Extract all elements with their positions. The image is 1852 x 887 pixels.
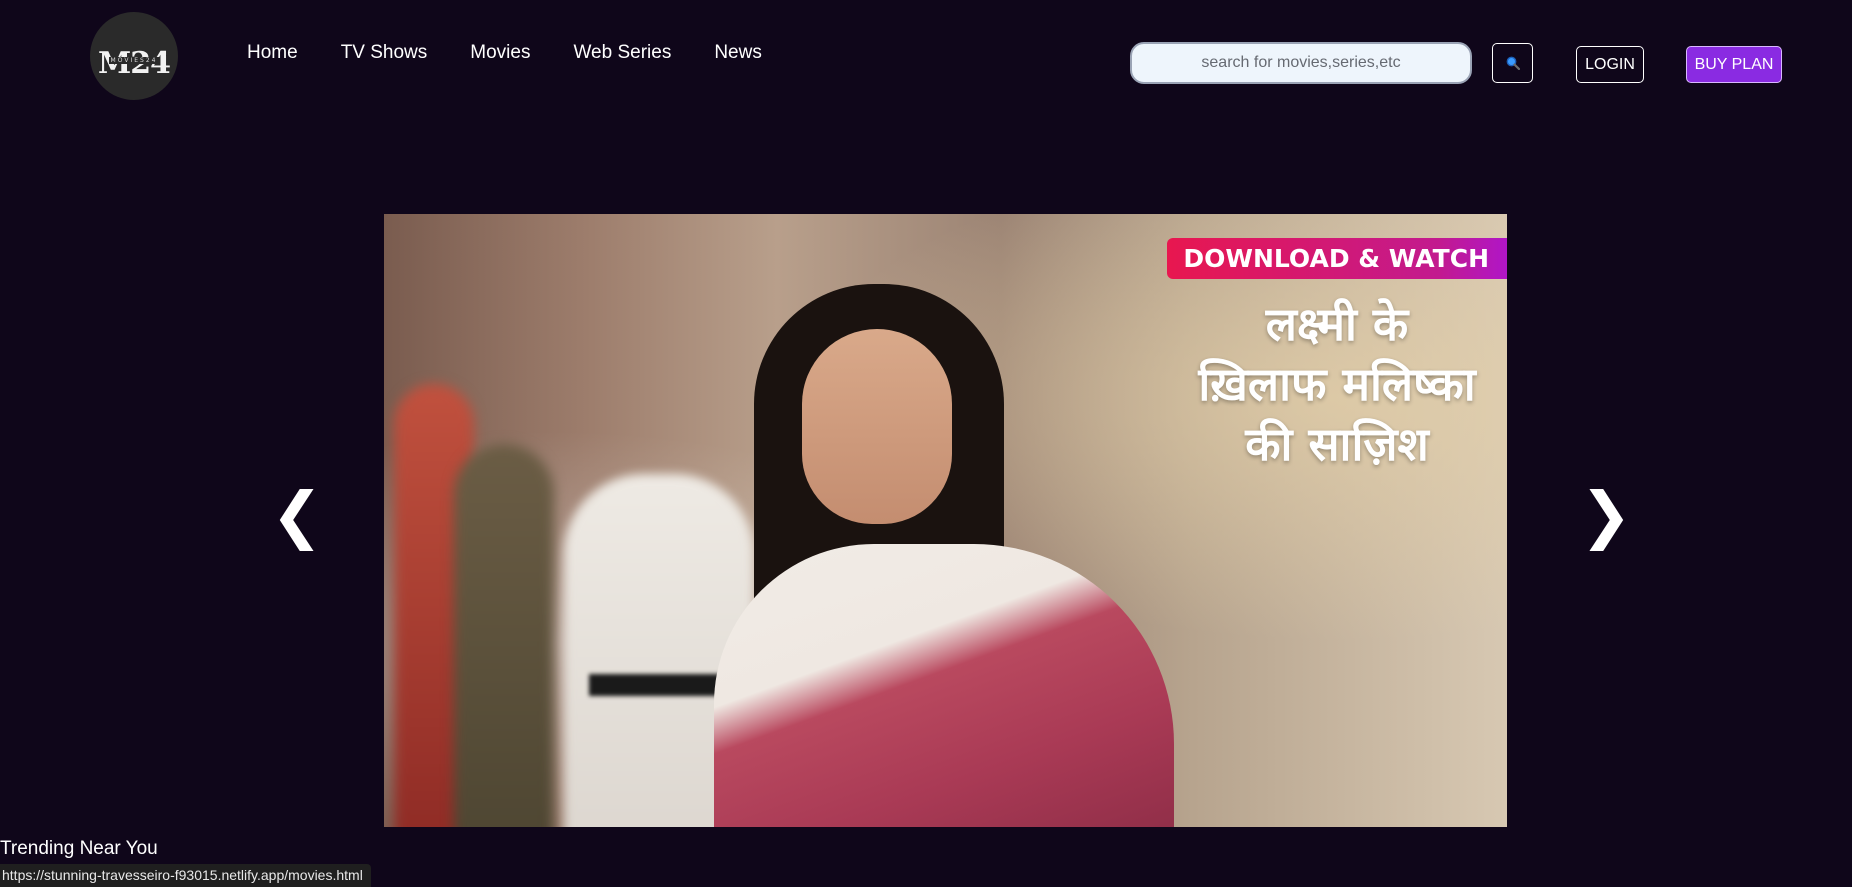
headline-line: की साज़िश: [1245, 417, 1429, 471]
headline-line: लक्ष्मी के: [1265, 297, 1409, 351]
logo-subtitle: MOVIES24: [108, 56, 160, 64]
nav-tv-shows[interactable]: TV Shows: [341, 42, 428, 64]
carousel-slide[interactable]: DOWNLOAD & WATCH लक्ष्मी के ख़िलाफ मलिष्…: [384, 214, 1507, 827]
headline-line: ख़िलाफ मलिष्का: [1198, 357, 1476, 411]
status-bar-url: https://stunning-travesseiro-f93015.netl…: [0, 864, 371, 887]
trending-section-title: Trending Near You: [0, 838, 158, 859]
nav-news[interactable]: News: [714, 42, 762, 64]
nav-movies[interactable]: Movies: [470, 42, 530, 64]
search-icon: [1506, 56, 1520, 70]
site-logo[interactable]: M24 MOVIES24: [90, 12, 178, 100]
login-button[interactable]: LOGIN: [1576, 46, 1644, 83]
page: M24 MOVIES24 Home TV Shows Movies Web Se…: [0, 0, 1852, 887]
nav-home[interactable]: Home: [247, 42, 298, 64]
main-nav: Home TV Shows Movies Web Series News: [247, 42, 805, 64]
slide-actress-face: [802, 329, 952, 524]
nav-web-series[interactable]: Web Series: [573, 42, 671, 64]
logo-mark: M24: [98, 48, 171, 79]
search-button[interactable]: [1492, 43, 1533, 83]
carousel-prev-button[interactable]: ❮: [271, 480, 323, 550]
buy-plan-button[interactable]: BUY PLAN: [1686, 46, 1782, 83]
carousel-next-button[interactable]: ❯: [1580, 480, 1632, 550]
slide-headline: लक्ष्मी के ख़िलाफ मलिष्का की साज़िश: [1187, 294, 1487, 474]
slide-figure: [454, 444, 554, 827]
search-input[interactable]: [1130, 42, 1472, 84]
download-watch-badge: DOWNLOAD & WATCH: [1167, 238, 1507, 279]
